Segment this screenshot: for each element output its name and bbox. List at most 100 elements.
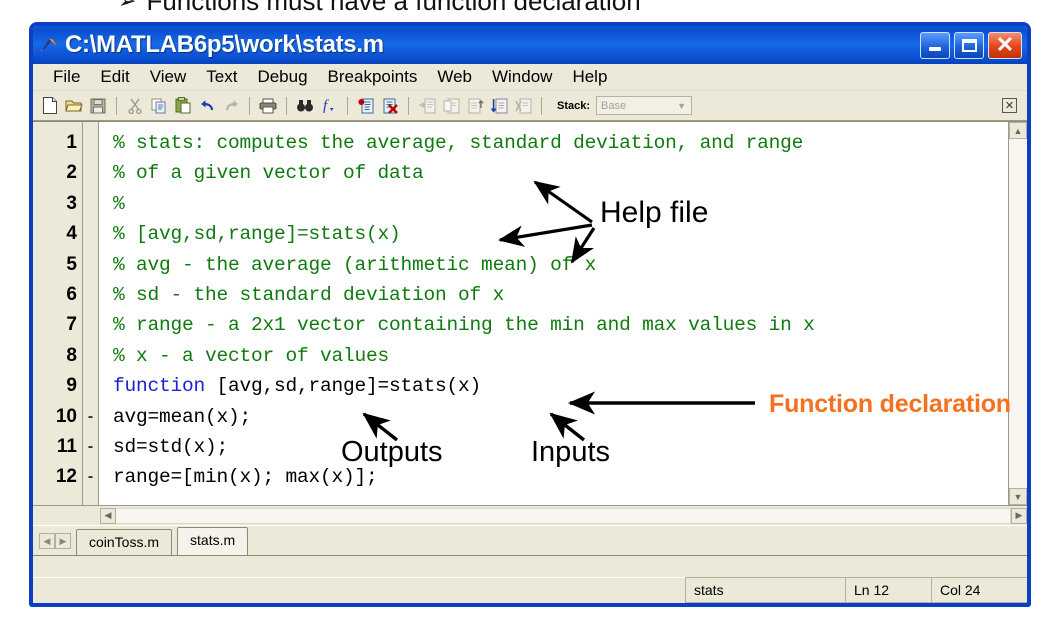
function-browser-icon[interactable]: f	[318, 95, 340, 117]
code-token-pln: [avg,sd,range]=stats(x)	[205, 375, 482, 398]
maximize-button[interactable]	[954, 31, 984, 59]
status-bar: stats Ln 12 Col 24	[33, 577, 1027, 603]
line-number: 1	[66, 132, 77, 153]
scroll-up-button[interactable]: ▲	[1009, 122, 1027, 139]
code-text-area[interactable]: % stats: computes the average, standard …	[99, 122, 1008, 505]
bullet-arrow-icon: ➢	[118, 0, 137, 13]
undo-icon[interactable]	[196, 95, 218, 117]
step-in-icon[interactable]	[440, 95, 462, 117]
minimize-button[interactable]	[920, 31, 950, 59]
scroll-right-button[interactable]: ▶	[1011, 507, 1027, 524]
new-file-icon[interactable]	[39, 95, 61, 117]
toolbar-separator	[286, 96, 287, 115]
print-icon[interactable]	[257, 95, 279, 117]
step-out-icon[interactable]	[464, 95, 486, 117]
find-icon[interactable]	[294, 95, 316, 117]
line-number-gutter: 1 2 3 4 5 6 7 8 9 10 11 12	[33, 122, 83, 505]
breakpoint-marker[interactable]	[83, 280, 98, 310]
breakpoint-gutter[interactable]: ---	[83, 122, 99, 505]
menu-item-text[interactable]: Text	[196, 65, 247, 89]
scroll-down-button[interactable]: ▼	[1009, 488, 1027, 505]
breakpoint-marker[interactable]: -	[83, 402, 98, 432]
document-tab-stats-m[interactable]: stats.m	[177, 527, 249, 555]
line-number: 11	[56, 435, 77, 457]
breakpoint-marker[interactable]	[83, 128, 98, 158]
line-number: 7	[66, 314, 77, 336]
clear-breakpoints-icon[interactable]	[379, 95, 401, 117]
slide-headline-text: Functions must have a function declarati…	[146, 0, 641, 16]
breakpoint-marker[interactable]	[83, 310, 98, 340]
step-icon[interactable]	[416, 95, 438, 117]
chevron-down-icon: ▼	[677, 100, 687, 111]
code-line: % avg - the average (arithmetic mean) of…	[113, 250, 1008, 280]
horizontal-scrollbar[interactable]: ◀ ▶	[33, 505, 1027, 525]
breakpoint-marker[interactable]: -	[83, 462, 98, 492]
code-line: % [avg,sd,range]=stats(x)	[113, 219, 1008, 249]
exit-debug-icon[interactable]	[512, 95, 534, 117]
stack-dropdown[interactable]: Base ▼	[596, 96, 693, 115]
breakpoint-marker[interactable]	[83, 219, 98, 249]
status-function-name: stats	[685, 577, 845, 603]
toolbar-separator	[347, 96, 348, 115]
title-bar[interactable]: C:\MATLAB6p5\work\stats.m ✕	[33, 26, 1027, 64]
code-token-cmt: % of a given vector of data	[113, 162, 424, 185]
slide-headline: ➢ Functions must have a function declara…	[0, 0, 1046, 16]
breakpoint-marker[interactable]	[83, 158, 98, 188]
code-line: % stats: computes the average, standard …	[113, 128, 1008, 158]
copy-icon[interactable]	[148, 95, 170, 117]
undock-button[interactable]: ✕	[1002, 98, 1017, 113]
code-token-cmt: % sd - the standard deviation of x	[113, 283, 505, 306]
breakpoint-marker[interactable]	[83, 250, 98, 280]
toolbar-separator	[541, 96, 542, 115]
menu-item-edit[interactable]: Edit	[90, 65, 139, 89]
code-editor[interactable]: 1 2 3 4 5 6 7 8 9 10 11 12 --- % stats: computes th…	[33, 121, 1027, 505]
breakpoint-marker[interactable]	[83, 371, 98, 401]
close-icon: ✕	[995, 32, 1015, 57]
menu-item-window[interactable]: Window	[482, 65, 562, 89]
svg-text:f: f	[323, 98, 329, 114]
paste-icon[interactable]	[172, 95, 194, 117]
menu-item-view[interactable]: View	[140, 65, 197, 89]
close-button[interactable]: ✕	[988, 31, 1022, 59]
undock-container: ✕	[1002, 98, 1021, 113]
redo-icon[interactable]	[220, 95, 242, 117]
continue-icon[interactable]	[488, 95, 510, 117]
window-title: C:\MATLAB6p5\work\stats.m	[65, 31, 384, 58]
document-tab-coinToss-m[interactable]: coinToss.m	[76, 529, 173, 555]
save-icon[interactable]	[87, 95, 109, 117]
vertical-scrollbar[interactable]: ▲ ▼	[1008, 122, 1027, 505]
code-token-pln: sd=std(x);	[113, 435, 229, 458]
tab-prev-button[interactable]: ◀	[39, 533, 55, 549]
line-number: 3	[66, 192, 77, 214]
status-line-number: Ln 12	[845, 577, 931, 603]
breakpoint-marker[interactable]	[83, 341, 98, 371]
scroll-left-button[interactable]: ◀	[100, 507, 116, 524]
menu-item-debug[interactable]: Debug	[247, 65, 317, 89]
set-breakpoint-icon[interactable]	[355, 95, 377, 117]
line-number: 10	[55, 405, 77, 427]
stack-selected-value: Base	[601, 99, 627, 112]
code-line: sd=std(x);	[113, 432, 1008, 462]
horizontal-scroll-track[interactable]	[116, 507, 1011, 524]
minimize-icon	[929, 47, 941, 51]
matlab-membrane-icon	[39, 35, 59, 55]
menu-item-web[interactable]: Web	[427, 65, 482, 89]
menu-item-help[interactable]: Help	[562, 65, 617, 89]
code-token-cmt: %	[113, 192, 125, 215]
line-number: 5	[66, 253, 77, 275]
vertical-scroll-track[interactable]	[1009, 139, 1027, 488]
open-folder-icon[interactable]	[63, 95, 85, 117]
tab-next-button[interactable]: ▶	[55, 533, 71, 549]
code-token-cmt: % x - a vector of values	[113, 344, 390, 367]
code-line: % of a given vector of data	[113, 158, 1008, 188]
code-line: % range - a 2x1 vector containing the mi…	[113, 310, 1008, 340]
code-line: %	[113, 189, 1008, 219]
breakpoint-marker[interactable]: -	[83, 432, 98, 462]
cut-icon[interactable]	[124, 95, 146, 117]
menu-item-breakpoints[interactable]: Breakpoints	[318, 65, 428, 89]
window-controls: ✕	[920, 31, 1024, 59]
menu-item-file[interactable]: File	[43, 65, 90, 89]
breakpoint-marker[interactable]	[83, 189, 98, 219]
line-number: 4	[66, 223, 77, 245]
code-token-cmt: % [avg,sd,range]=stats(x)	[113, 223, 401, 246]
